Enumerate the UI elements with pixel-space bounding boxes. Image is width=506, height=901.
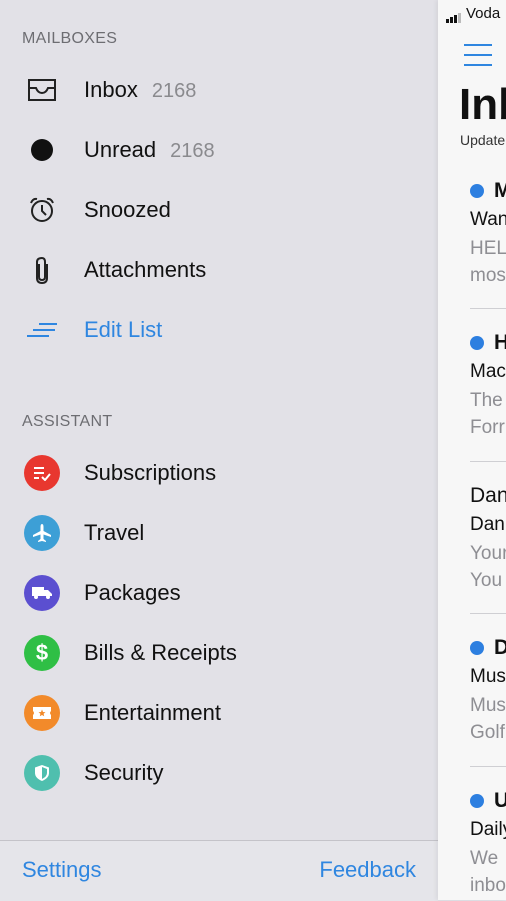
message-sender: H (494, 331, 506, 354)
sidebar-item-packages[interactable]: Packages (0, 568, 438, 618)
sidebar-item-travel[interactable]: Travel (0, 508, 438, 558)
message-item[interactable]: U Daily Weinbo (470, 787, 506, 899)
updated-text: Update (460, 132, 506, 148)
message-subject: Mus (470, 666, 506, 687)
message-preview: HEL mos (470, 238, 506, 286)
unread-dot-icon (22, 130, 62, 170)
message-divider (470, 766, 506, 767)
airplane-icon (24, 515, 60, 551)
sidebar-footer: Settings Feedback (0, 840, 438, 901)
inbox-title: Inb (459, 80, 506, 129)
settings-button[interactable]: Settings (22, 857, 102, 883)
message-item[interactable]: Dan Dan Your You (470, 482, 506, 594)
unread-dot-icon (470, 641, 484, 655)
shield-icon (24, 755, 60, 791)
status-bar: Voda (446, 5, 500, 23)
inbox-label: Inbox (84, 77, 138, 102)
message-subject: Wan (470, 209, 506, 230)
packages-label: Packages (84, 580, 181, 605)
list-check-icon (24, 455, 60, 491)
bills-receipts-label: Bills & Receipts (84, 640, 237, 665)
attachments-label: Attachments (84, 257, 207, 282)
edit-list-button[interactable]: Edit List (0, 305, 438, 355)
sidebar: MAILBOXES Inbox 2168 Unread 2168 Snoozed A… (0, 0, 438, 901)
message-preview: Mus Golf (470, 695, 506, 743)
sidebar-item-inbox[interactable]: Inbox 2168 (0, 65, 438, 115)
inbox-count: 2168 (151, 80, 197, 102)
message-preview: Your You (470, 543, 506, 591)
sidebar-item-subscriptions[interactable]: Subscriptions (0, 448, 438, 498)
message-preview: We inbo (470, 848, 506, 896)
message-sender: Dan (470, 484, 506, 507)
message-item[interactable]: H Mac The Forr (470, 329, 506, 441)
assistant-header: ASSISTANT (22, 413, 113, 430)
sidebar-item-unread[interactable]: Unread 2168 (0, 125, 438, 175)
security-label: Security (84, 760, 164, 785)
unread-dot-icon (470, 794, 484, 808)
carrier-name: Voda (466, 5, 501, 22)
inbox-icon (22, 70, 62, 110)
alarm-clock-icon (22, 190, 62, 230)
message-subject: Dan (470, 514, 505, 535)
snoozed-label: Snoozed (84, 197, 171, 222)
message-item[interactable]: D Mus Mus Golf (470, 634, 506, 746)
unread-dot-icon (470, 184, 484, 198)
inbox-panel[interactable]: Voda Inb Update M Wan HELmos H Mac TheFo… (438, 0, 506, 900)
edit-list-icon (22, 310, 62, 350)
sidebar-item-security[interactable]: Security (0, 748, 438, 798)
message-preview: The Forr (470, 390, 505, 438)
dollar-icon: $ (24, 635, 60, 671)
feedback-button[interactable]: Feedback (319, 857, 416, 883)
unread-count: 2168 (170, 140, 215, 162)
subscriptions-label: Subscriptions (84, 460, 217, 485)
message-divider (470, 613, 506, 614)
unread-label: Unread (84, 137, 157, 162)
message-item[interactable]: M Wan HEL mos (470, 177, 506, 289)
message-divider (470, 308, 506, 309)
signal-icon (446, 6, 462, 23)
message-sender: U (494, 789, 506, 812)
truck-icon (24, 575, 60, 611)
sidebar-item-bills-receipts[interactable]: $ Bills & Receipts (0, 628, 438, 678)
unread-dot-icon (470, 336, 484, 350)
message-divider (470, 461, 506, 462)
message-sender: M (494, 179, 506, 202)
message-sender: D (494, 636, 506, 659)
edit-list-label: Edit List (84, 317, 163, 342)
sidebar-item-snoozed[interactable]: Snoozed (0, 185, 438, 235)
message-subject: Mac (470, 361, 506, 382)
entertainment-label: Entertainment (84, 700, 221, 725)
sidebar-item-attachments[interactable]: Attachments (0, 245, 438, 295)
ticket-icon (24, 695, 60, 731)
mailboxes-header: MAILBOXES (22, 30, 118, 47)
travel-label: Travel (84, 520, 145, 545)
paperclip-icon (22, 250, 62, 290)
menu-icon[interactable] (464, 44, 492, 74)
message-subject: Daily (470, 819, 506, 840)
sidebar-item-entertainment[interactable]: Entertainment (0, 688, 438, 738)
